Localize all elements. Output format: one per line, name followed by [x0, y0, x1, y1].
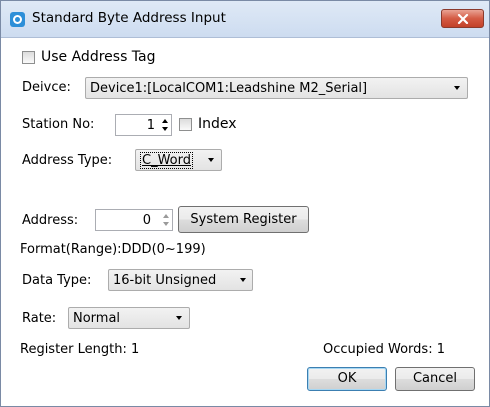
rate-value: Normal — [73, 311, 121, 326]
cancel-button[interactable]: Cancel — [395, 367, 475, 391]
address-spinner[interactable]: 0 — [95, 209, 173, 231]
close-button[interactable] — [441, 9, 484, 28]
spin-up-icon[interactable] — [162, 119, 168, 123]
close-icon — [457, 14, 469, 24]
occupied-words-text: Occupied Words: 1 — [323, 342, 445, 357]
dialog-body: Use Address Tag Deivce: Device1:[LocalCO… — [1, 38, 489, 406]
chevron-down-icon — [454, 86, 460, 90]
address-value[interactable]: 0 — [143, 213, 151, 228]
device-value: Device1:[LocalCOM1:Leadshine M2_Serial] — [90, 81, 368, 96]
index-label[interactable]: Index — [198, 116, 237, 132]
window-title: Standard Byte Address Input — [32, 10, 226, 26]
spin-down-icon[interactable] — [163, 222, 169, 226]
device-select[interactable]: Device1:[LocalCOM1:Leadshine M2_Serial] — [85, 77, 468, 99]
data-type-label: Data Type: — [22, 273, 92, 288]
use-address-tag-checkbox[interactable] — [22, 51, 35, 64]
spin-up-icon[interactable] — [163, 214, 169, 218]
title-bar[interactable]: Standard Byte Address Input — [1, 1, 489, 38]
address-label: Address: — [22, 213, 79, 228]
chevron-down-icon — [240, 278, 246, 282]
cloud-app-icon — [10, 12, 25, 27]
format-range-text: Format(Range):DDD(0~199) — [20, 242, 206, 257]
use-address-tag-label[interactable]: Use Address Tag — [41, 49, 156, 65]
rate-label: Rate: — [22, 311, 57, 326]
station-no-spinner[interactable]: 1 — [115, 114, 172, 136]
data-type-value: 16-bit Unsigned — [113, 273, 217, 288]
station-no-value[interactable]: 1 — [147, 118, 155, 133]
dialog-window: Standard Byte Address Input Use Address … — [0, 0, 490, 407]
address-type-label: Address Type: — [22, 153, 113, 168]
register-length-text: Register Length: 1 — [20, 342, 140, 357]
chevron-down-icon — [208, 158, 214, 162]
station-no-label: Station No: — [22, 117, 95, 132]
system-register-button[interactable]: System Register — [178, 206, 309, 233]
address-type-select[interactable]: C_Word — [135, 149, 222, 171]
ok-button[interactable]: OK — [307, 367, 387, 391]
address-type-value: C_Word — [140, 152, 193, 169]
data-type-select[interactable]: 16-bit Unsigned — [108, 269, 253, 291]
chevron-down-icon — [176, 316, 182, 320]
spin-down-icon[interactable] — [162, 127, 168, 131]
device-label: Deivce: — [22, 80, 71, 95]
index-checkbox[interactable] — [179, 118, 192, 131]
rate-select[interactable]: Normal — [68, 307, 190, 329]
